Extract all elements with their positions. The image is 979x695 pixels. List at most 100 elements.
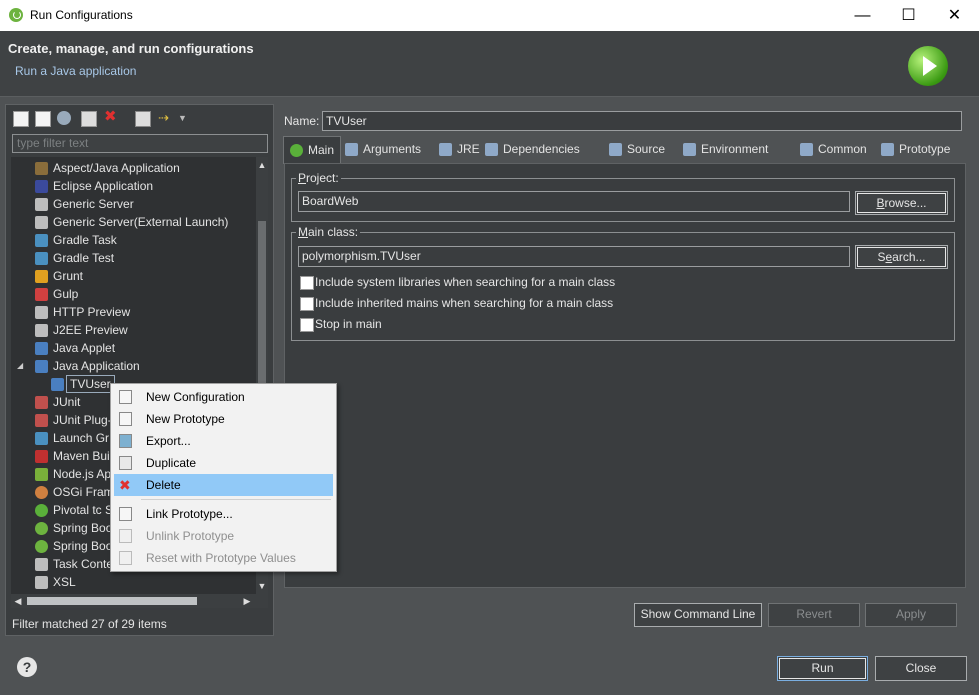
delete-icon[interactable]: ✖: [104, 109, 118, 124]
minimize-button[interactable]: —: [840, 0, 885, 31]
filter-input[interactable]: type filter text: [12, 134, 268, 153]
tab-label: Arguments: [363, 142, 422, 156]
close-button[interactable]: Close: [875, 656, 967, 681]
config-tabs: Main Arguments JRE Dependencies Source Enviro…: [283, 136, 965, 164]
menu-item-export[interactable]: Export...: [114, 430, 333, 452]
tree-item[interactable]: Aspect/Java Application: [11, 159, 256, 177]
server-icon: [35, 216, 48, 229]
tab-dependencies[interactable]: Dependencies: [479, 136, 603, 163]
tree-item[interactable]: Grunt: [11, 267, 256, 285]
tab-source[interactable]: Source: [603, 136, 677, 163]
collapse-all-icon[interactable]: [135, 111, 151, 127]
expand-arrow-icon[interactable]: ◢: [17, 357, 23, 375]
tree-item-label: JUnit Plug-: [53, 413, 112, 427]
duplicate-icon[interactable]: [81, 111, 97, 127]
stop-in-main-checkbox[interactable]: [300, 318, 314, 332]
scroll-up-icon[interactable]: ▲: [256, 157, 268, 173]
aspectj-icon: [35, 162, 48, 175]
menu-item-duplicate[interactable]: Duplicate: [114, 452, 333, 474]
menu-item-unlink-prototype[interactable]: Unlink Prototype: [114, 525, 333, 547]
gradle-icon: [35, 234, 48, 247]
xsl-icon: [35, 576, 48, 589]
include-system-libraries-checkbox[interactable]: [300, 276, 314, 290]
scroll-right-icon[interactable]: ▶: [240, 594, 254, 608]
tab-main[interactable]: Main: [283, 136, 341, 164]
menu-item-reset-with-prototype-values[interactable]: Reset with Prototype Values: [114, 547, 333, 569]
scroll-left-icon[interactable]: ◀: [11, 594, 25, 608]
menu-item-link-prototype[interactable]: Link Prototype...: [114, 503, 333, 525]
tree-item[interactable]: Generic Server: [11, 195, 256, 213]
tree-item[interactable]: Generic Server(External Launch): [11, 213, 256, 231]
menu-item-new-configuration[interactable]: New Configuration: [114, 386, 333, 408]
menu-item-label: Reset with Prototype Values: [146, 551, 296, 565]
main-class-field[interactable]: polymorphism.TVUser: [298, 246, 850, 267]
window-title: Run Configurations: [30, 8, 133, 22]
tree-item-label: HTTP Preview: [53, 305, 131, 319]
tree-item[interactable]: Gradle Task: [11, 231, 256, 249]
close-window-button[interactable]: ✕: [932, 0, 977, 31]
tab-label: Common: [818, 142, 867, 156]
tree-item[interactable]: HTTP Preview: [11, 303, 256, 321]
tree-item[interactable]: Java Applet: [11, 339, 256, 357]
tab-prototype[interactable]: Prototype: [875, 136, 955, 163]
osgi-icon: [35, 486, 48, 499]
arguments-icon: [345, 143, 358, 156]
run-button[interactable]: Run: [777, 656, 868, 681]
tree-item-label: Task Conte: [53, 557, 114, 571]
new-config-icon[interactable]: [13, 111, 29, 127]
run-banner-icon: [908, 46, 948, 86]
filter-icon[interactable]: ⇢: [158, 111, 172, 125]
tree-item[interactable]: Eclipse Application: [11, 177, 256, 195]
tree-item[interactable]: J2EE Preview: [11, 321, 256, 339]
tab-environment[interactable]: Environment: [677, 136, 794, 163]
header-title: Create, manage, and run configurations: [8, 41, 254, 56]
hscroll-thumb[interactable]: [27, 597, 197, 605]
tree-item-label: Generic Server(External Launch): [53, 215, 229, 229]
name-label: Name:: [284, 114, 320, 128]
help-icon[interactable]: ?: [17, 657, 37, 677]
tree-item[interactable]: XSL: [11, 573, 256, 591]
search-button[interactable]: Search...: [855, 245, 948, 269]
menu-item-label: Duplicate: [146, 456, 197, 470]
menu-item-delete[interactable]: ✖ Delete: [114, 474, 333, 496]
scroll-down-icon[interactable]: ▼: [256, 578, 268, 594]
gulp-icon: [35, 288, 48, 301]
tab-arguments[interactable]: Arguments: [339, 136, 433, 163]
apply-button[interactable]: Apply: [865, 603, 957, 627]
name-field[interactable]: TVUser: [322, 111, 962, 131]
unlink-prototype-icon: [119, 529, 132, 543]
filter-dropdown-icon[interactable]: ▼: [178, 111, 187, 125]
browse-button[interactable]: Browse...: [855, 191, 948, 215]
server-icon: [35, 198, 48, 211]
tree-horizontal-scrollbar[interactable]: ◀ ▶: [11, 594, 268, 608]
context-menu: New Configuration New Prototype Export... D…: [110, 383, 337, 572]
prototype-icon: [881, 143, 894, 156]
tree-item-label: J2EE Preview: [53, 323, 128, 337]
maximize-button[interactable]: ☐: [886, 0, 931, 31]
eclipse-icon: [35, 180, 48, 193]
main-tab-content: Project: BoardWeb Browse... Main class: …: [284, 163, 966, 588]
new-prototype-icon[interactable]: [35, 111, 51, 127]
export-icon[interactable]: [57, 111, 71, 125]
project-field[interactable]: BoardWeb: [298, 191, 850, 212]
tab-common[interactable]: Common: [794, 136, 875, 163]
tree-item-label: Pivotal tc S: [53, 503, 114, 517]
tree-item-label: Node.js Ap: [53, 467, 112, 481]
grunt-icon: [35, 270, 48, 283]
tab-jre[interactable]: JRE: [433, 136, 480, 163]
tree-item-label: Gradle Task: [53, 233, 117, 247]
header-subtitle: Run a Java application: [15, 64, 137, 78]
title-bar: Run Configurations — ☐ ✕: [0, 0, 979, 31]
revert-button[interactable]: Revert: [768, 603, 860, 627]
tree-item-label: Gulp: [53, 287, 79, 301]
tree-item[interactable]: Gulp: [11, 285, 256, 303]
menu-item-new-prototype[interactable]: New Prototype: [114, 408, 333, 430]
tree-item-label: Launch Gr: [53, 431, 110, 445]
spring-app-icon: [9, 8, 23, 22]
tree-item[interactable]: Gradle Test: [11, 249, 256, 267]
show-command-line-button[interactable]: Show Command Line: [634, 603, 762, 627]
junit-icon: [35, 414, 48, 427]
tree-item[interactable]: ◢ Java Application: [11, 357, 256, 375]
include-inherited-mains-checkbox[interactable]: [300, 297, 314, 311]
dialog-header: Create, manage, and run configurations R…: [0, 31, 979, 97]
